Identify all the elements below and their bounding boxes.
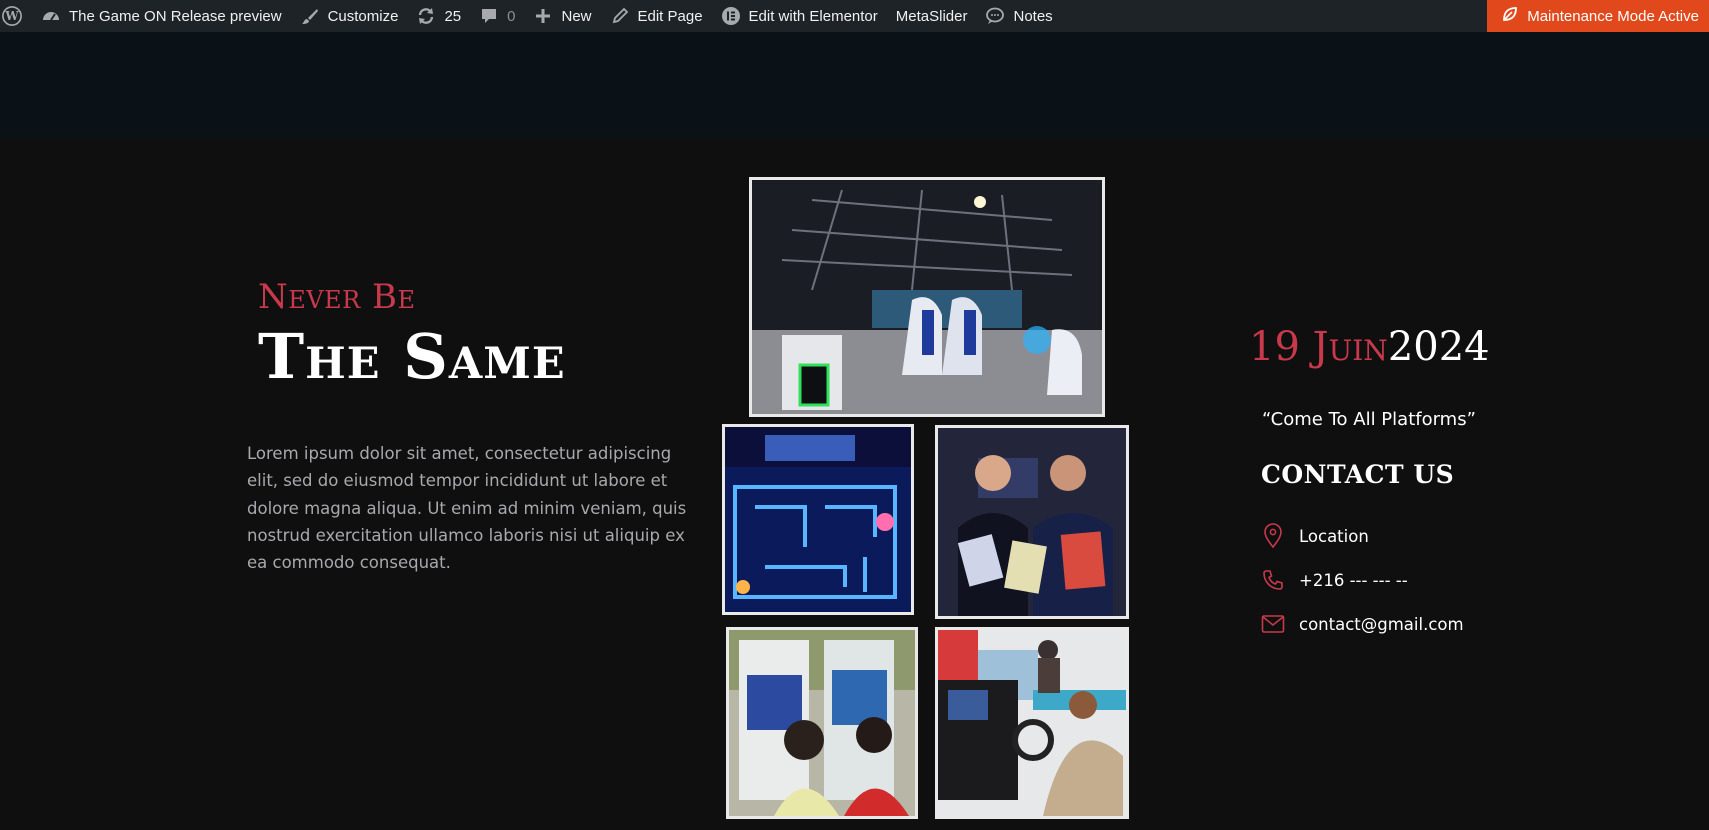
- envelope-icon: [1261, 612, 1285, 636]
- edit-elementor-link[interactable]: Edit with Elementor: [712, 0, 887, 32]
- maintenance-label: Maintenance Mode Active: [1527, 7, 1699, 25]
- event-date: 19 Juin2024: [1249, 324, 1490, 370]
- pencil-icon: [610, 6, 630, 26]
- admin-bar: W The Game ON Release preview Customize …: [0, 0, 1709, 32]
- updates-count: 25: [444, 7, 462, 25]
- contact-title: CONTACT US: [1261, 460, 1455, 489]
- event-date-year: 2024: [1387, 324, 1490, 370]
- wordpress-logo-menu[interactable]: W: [0, 0, 32, 32]
- site-name-link[interactable]: The Game ON Release preview: [32, 0, 291, 32]
- event-date-day-month: 19 Juin: [1249, 324, 1388, 370]
- paintbrush-icon: [300, 6, 320, 26]
- new-content-link[interactable]: New: [524, 0, 600, 32]
- event-quote: “Come To All Platforms”: [1262, 409, 1476, 430]
- contact-location-text: Location: [1299, 526, 1369, 546]
- photo-racing-simulator: [935, 627, 1129, 819]
- contact-email-text: contact@gmail.com: [1299, 614, 1464, 634]
- leaf-icon: [1501, 5, 1519, 27]
- customize-label: Customize: [327, 7, 399, 25]
- speech-bubble-icon: [985, 6, 1005, 26]
- comment-icon: [479, 6, 499, 26]
- maintenance-mode-badge[interactable]: Maintenance Mode Active: [1487, 0, 1709, 32]
- map-pin-icon: [1261, 523, 1285, 549]
- hero-body-text: Lorem ipsum dolor sit amet, consectetur …: [247, 444, 687, 573]
- hero-kicker: Never Be: [258, 277, 416, 317]
- notes-link[interactable]: Notes: [976, 0, 1061, 32]
- hero-headline: The Same: [258, 320, 566, 393]
- wordpress-icon: W: [2, 6, 22, 26]
- comments-count: 0: [507, 7, 516, 25]
- site-header: [0, 32, 1709, 138]
- new-label: New: [561, 7, 592, 25]
- phone-icon: [1261, 568, 1285, 592]
- elementor-icon: [721, 6, 741, 26]
- updates-icon: [416, 6, 436, 26]
- metaslider-link[interactable]: MetaSlider: [887, 0, 977, 32]
- edit-page-label: Edit Page: [637, 7, 703, 25]
- photo-arcade-kids: [726, 627, 918, 819]
- photo-vr-arcade: [749, 177, 1105, 417]
- comments-link[interactable]: 0: [470, 0, 524, 32]
- site-title: The Game ON Release preview: [69, 7, 282, 25]
- contact-location: Location: [1261, 523, 1369, 549]
- contact-email[interactable]: contact@gmail.com: [1261, 612, 1464, 636]
- dashboard-icon: [41, 6, 61, 26]
- plus-icon: [533, 6, 553, 26]
- contact-phone-text: +216 --- --- --: [1299, 570, 1408, 590]
- photo-fans-with-games: [935, 425, 1129, 619]
- photo-neon-maze: [722, 424, 914, 615]
- svg-text:W: W: [4, 9, 19, 23]
- customize-link[interactable]: Customize: [291, 0, 408, 32]
- metaslider-label: MetaSlider: [895, 7, 968, 25]
- contact-phone[interactable]: +216 --- --- --: [1261, 568, 1408, 592]
- edit-elementor-label: Edit with Elementor: [748, 7, 878, 25]
- notes-label: Notes: [1013, 7, 1053, 25]
- updates-link[interactable]: 25: [407, 0, 470, 32]
- edit-page-link[interactable]: Edit Page: [601, 0, 712, 32]
